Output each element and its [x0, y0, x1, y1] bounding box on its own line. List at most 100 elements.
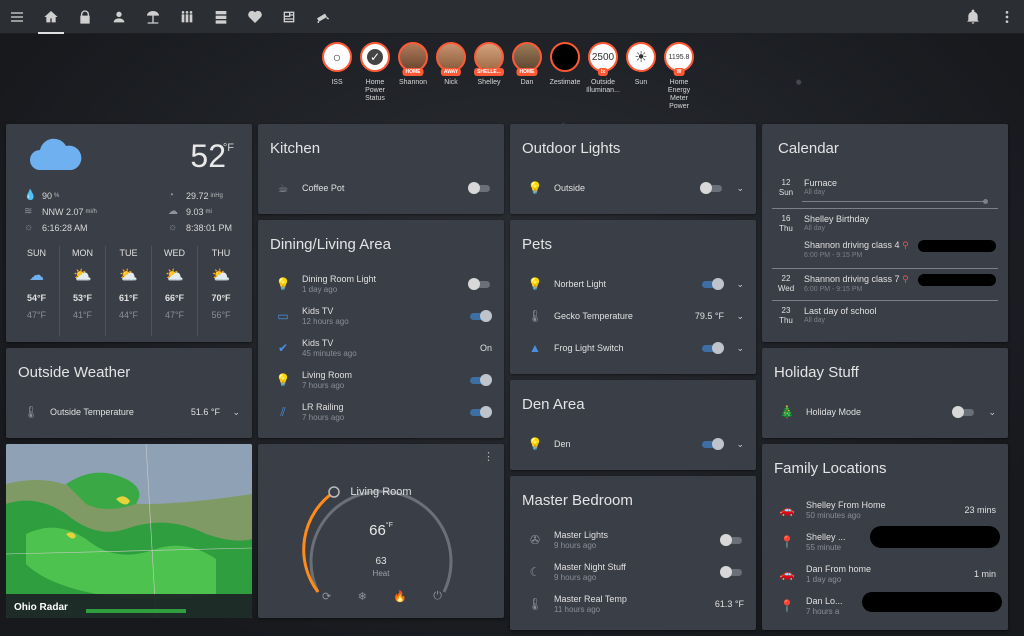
redacted-location: [918, 274, 996, 286]
badge-home-power[interactable]: ✓ Home Power Status: [356, 42, 394, 111]
bell-icon[interactable]: [956, 0, 990, 34]
lr-railing-toggle[interactable]: [468, 406, 492, 418]
lr-railing-row[interactable]: ⫽ LR Railing 7 hours ago: [272, 400, 492, 424]
family-tab-icon[interactable]: [170, 0, 204, 34]
living-room-toggle[interactable]: [468, 374, 492, 386]
outside-light-toggle[interactable]: [700, 182, 724, 194]
badge-label: Nick: [444, 79, 458, 86]
norbert-light-row[interactable]: 💡 Norbert Light ⌄: [524, 272, 744, 296]
lock-tab-icon[interactable]: [68, 0, 102, 34]
ohio-radar-map[interactable]: Ohio Radar: [6, 444, 252, 618]
master-night-stuff-toggle[interactable]: [720, 566, 744, 578]
outside-light-row[interactable]: 💡 Outside ⌄: [524, 176, 744, 200]
moon-icon: ☾: [529, 565, 541, 579]
frog-light-toggle[interactable]: [700, 342, 724, 354]
chevron-down-icon[interactable]: ⌄: [730, 183, 744, 194]
avatar: SHELLE...: [474, 42, 504, 76]
dining-living-card: Dining/Living Area 💡 Dining Room Light 1 …: [258, 220, 504, 438]
holiday-mode-toggle[interactable]: [952, 406, 976, 418]
badge-nick[interactable]: AWAY Nick: [432, 42, 470, 111]
more-vert-icon[interactable]: [990, 0, 1024, 34]
chevron-down-icon[interactable]: ⌄: [730, 439, 744, 450]
card-title: Master Bedroom: [522, 492, 633, 509]
dining-room-light-toggle[interactable]: [468, 278, 492, 290]
badge-tag: W: [673, 68, 685, 76]
badge-iss[interactable]: ○ ISS: [318, 42, 356, 111]
auto-mode-icon[interactable]: ⟳: [322, 590, 331, 603]
chevron-down-icon[interactable]: ⌄: [730, 311, 744, 322]
forecast-day: TUE ⛅ 61°F 44°F: [106, 246, 152, 336]
chevron-down-icon[interactable]: ⌄: [730, 343, 744, 354]
sunrise: ☼ 6:16:28 AM: [24, 222, 88, 233]
family-locations-card: Family Locations 🚗 Shelley From Home 50 m…: [762, 444, 1008, 630]
redacted-value: [550, 42, 580, 72]
chevron-down-icon[interactable]: ⌄: [730, 279, 744, 290]
holiday-mode-row[interactable]: 🎄 Holiday Mode ⌄: [776, 400, 996, 424]
master-lights-toggle[interactable]: [720, 534, 744, 546]
outside-temperature-row[interactable]: 🌡 Outside Temperature 51.6 °F ⌄: [20, 400, 240, 424]
badge-label: Shelley: [477, 79, 501, 86]
kids-tv-row[interactable]: ▭ Kids TV 12 hours ago: [272, 304, 492, 328]
home-tab-icon[interactable]: [34, 0, 68, 34]
badge-tag: SHELLE...: [474, 68, 504, 76]
badge-energy-meter[interactable]: 1195.8 W Home Energy Meter Power: [660, 42, 698, 111]
lightbulb-icon: 💡: [527, 437, 543, 451]
temperature-unit: °F: [222, 142, 234, 154]
weather-card[interactable]: 52 °F 💧 90% ≋ NNW 2.07 mi/h ☼ 6:16:28 AM ◔ 29…: [6, 124, 252, 342]
living-room-light-row[interactable]: 💡 Living Room 7 hours ago: [272, 368, 492, 392]
server-tab-icon[interactable]: [204, 0, 238, 34]
master-real-temp-row[interactable]: 🌡 Master Real Temp 11 hours ago 61.3 °F: [524, 592, 744, 616]
badge-zestimate[interactable]: Zestimate: [546, 42, 584, 111]
wind-icon: ≋: [24, 206, 33, 217]
humidity: 💧 90%: [24, 190, 60, 201]
card-title: Pets: [522, 236, 553, 253]
card-title: Holiday Stuff: [774, 364, 859, 381]
cctv-tab-icon[interactable]: [306, 0, 340, 34]
den-light-toggle[interactable]: [700, 438, 724, 450]
beach-tab-icon[interactable]: [136, 0, 170, 34]
hvac-mode: Heat: [372, 569, 390, 578]
den-light-row[interactable]: 💡 Den ⌄: [524, 432, 744, 456]
card-title: Outdoor Lights: [522, 140, 621, 157]
kids-tv-status-row[interactable]: ✔ Kids TV 45 minutes ago On: [272, 336, 492, 360]
thermostat-card[interactable]: ⋮ Living Room 66°F 63 Heat ⟳ ❄ 🔥 ⏻: [258, 444, 504, 618]
badge-shannon[interactable]: HOME Shannon: [394, 42, 432, 111]
progress-line: [802, 199, 988, 204]
menu-icon[interactable]: [0, 0, 34, 34]
coffee-pot-row[interactable]: ☕ Coffee Pot: [272, 176, 492, 200]
dining-room-light-row[interactable]: 💡 Dining Room Light 1 day ago: [272, 272, 492, 296]
kids-tv-toggle[interactable]: [468, 310, 492, 322]
current-temperature: 52: [190, 138, 226, 174]
badge-sun[interactable]: ☀ Sun: [622, 42, 660, 111]
gecko-temperature-row[interactable]: 🌡 Gecko Temperature 79.5 °F ⌄: [524, 304, 744, 328]
badge-illuminance[interactable]: 2500 lx Outside Illuminan...: [584, 42, 622, 111]
visibility: ☁ 9.03 mi: [168, 206, 212, 217]
pressure: ◔ 29.72 inHg: [168, 190, 223, 201]
lightbulb-icon: 💡: [275, 277, 291, 291]
divider: [772, 300, 998, 301]
news-tab-icon[interactable]: [272, 0, 306, 34]
coffee-pot-toggle[interactable]: [468, 182, 492, 194]
norbert-light-toggle[interactable]: [700, 278, 724, 290]
outside-weather-card: Outside Weather 🌡 Outside Temperature 51…: [6, 348, 252, 438]
forecast-day: THU ⛅ 70°F 56°F: [198, 246, 244, 336]
heart-tab-icon[interactable]: [238, 0, 272, 34]
master-lights-row[interactable]: ✇ Master Lights 9 hours ago: [524, 528, 744, 552]
radar-image: [6, 444, 252, 618]
frog-light-row[interactable]: ▲ Frog Light Switch ⌄: [524, 336, 744, 360]
badge-dan[interactable]: HOME Dan: [508, 42, 546, 111]
chevron-down-icon[interactable]: ⌄: [226, 407, 240, 418]
badge-shelley[interactable]: SHELLE... Shelley: [470, 42, 508, 111]
person-tab-icon[interactable]: [102, 0, 136, 34]
family-location-row[interactable]: 🚗 Dan From home 1 day ago 1 min: [776, 562, 996, 586]
master-night-stuff-row[interactable]: ☾ Master Night Stuff 9 hours ago: [524, 560, 744, 584]
heat-mode-icon[interactable]: 🔥: [393, 590, 407, 603]
badge-label: Shannon: [398, 79, 428, 86]
power-icon[interactable]: ⏻: [433, 590, 442, 603]
more-vert-icon[interactable]: ⋮: [483, 450, 494, 463]
car-icon: 🚗: [779, 567, 795, 581]
cool-mode-icon[interactable]: ❄: [358, 590, 367, 603]
chevron-down-icon[interactable]: ⌄: [982, 407, 996, 418]
stairs-icon: ⫽: [280, 404, 286, 419]
family-location-row[interactable]: 🚗 Shelley From Home 50 minutes ago 23 min…: [776, 498, 996, 522]
